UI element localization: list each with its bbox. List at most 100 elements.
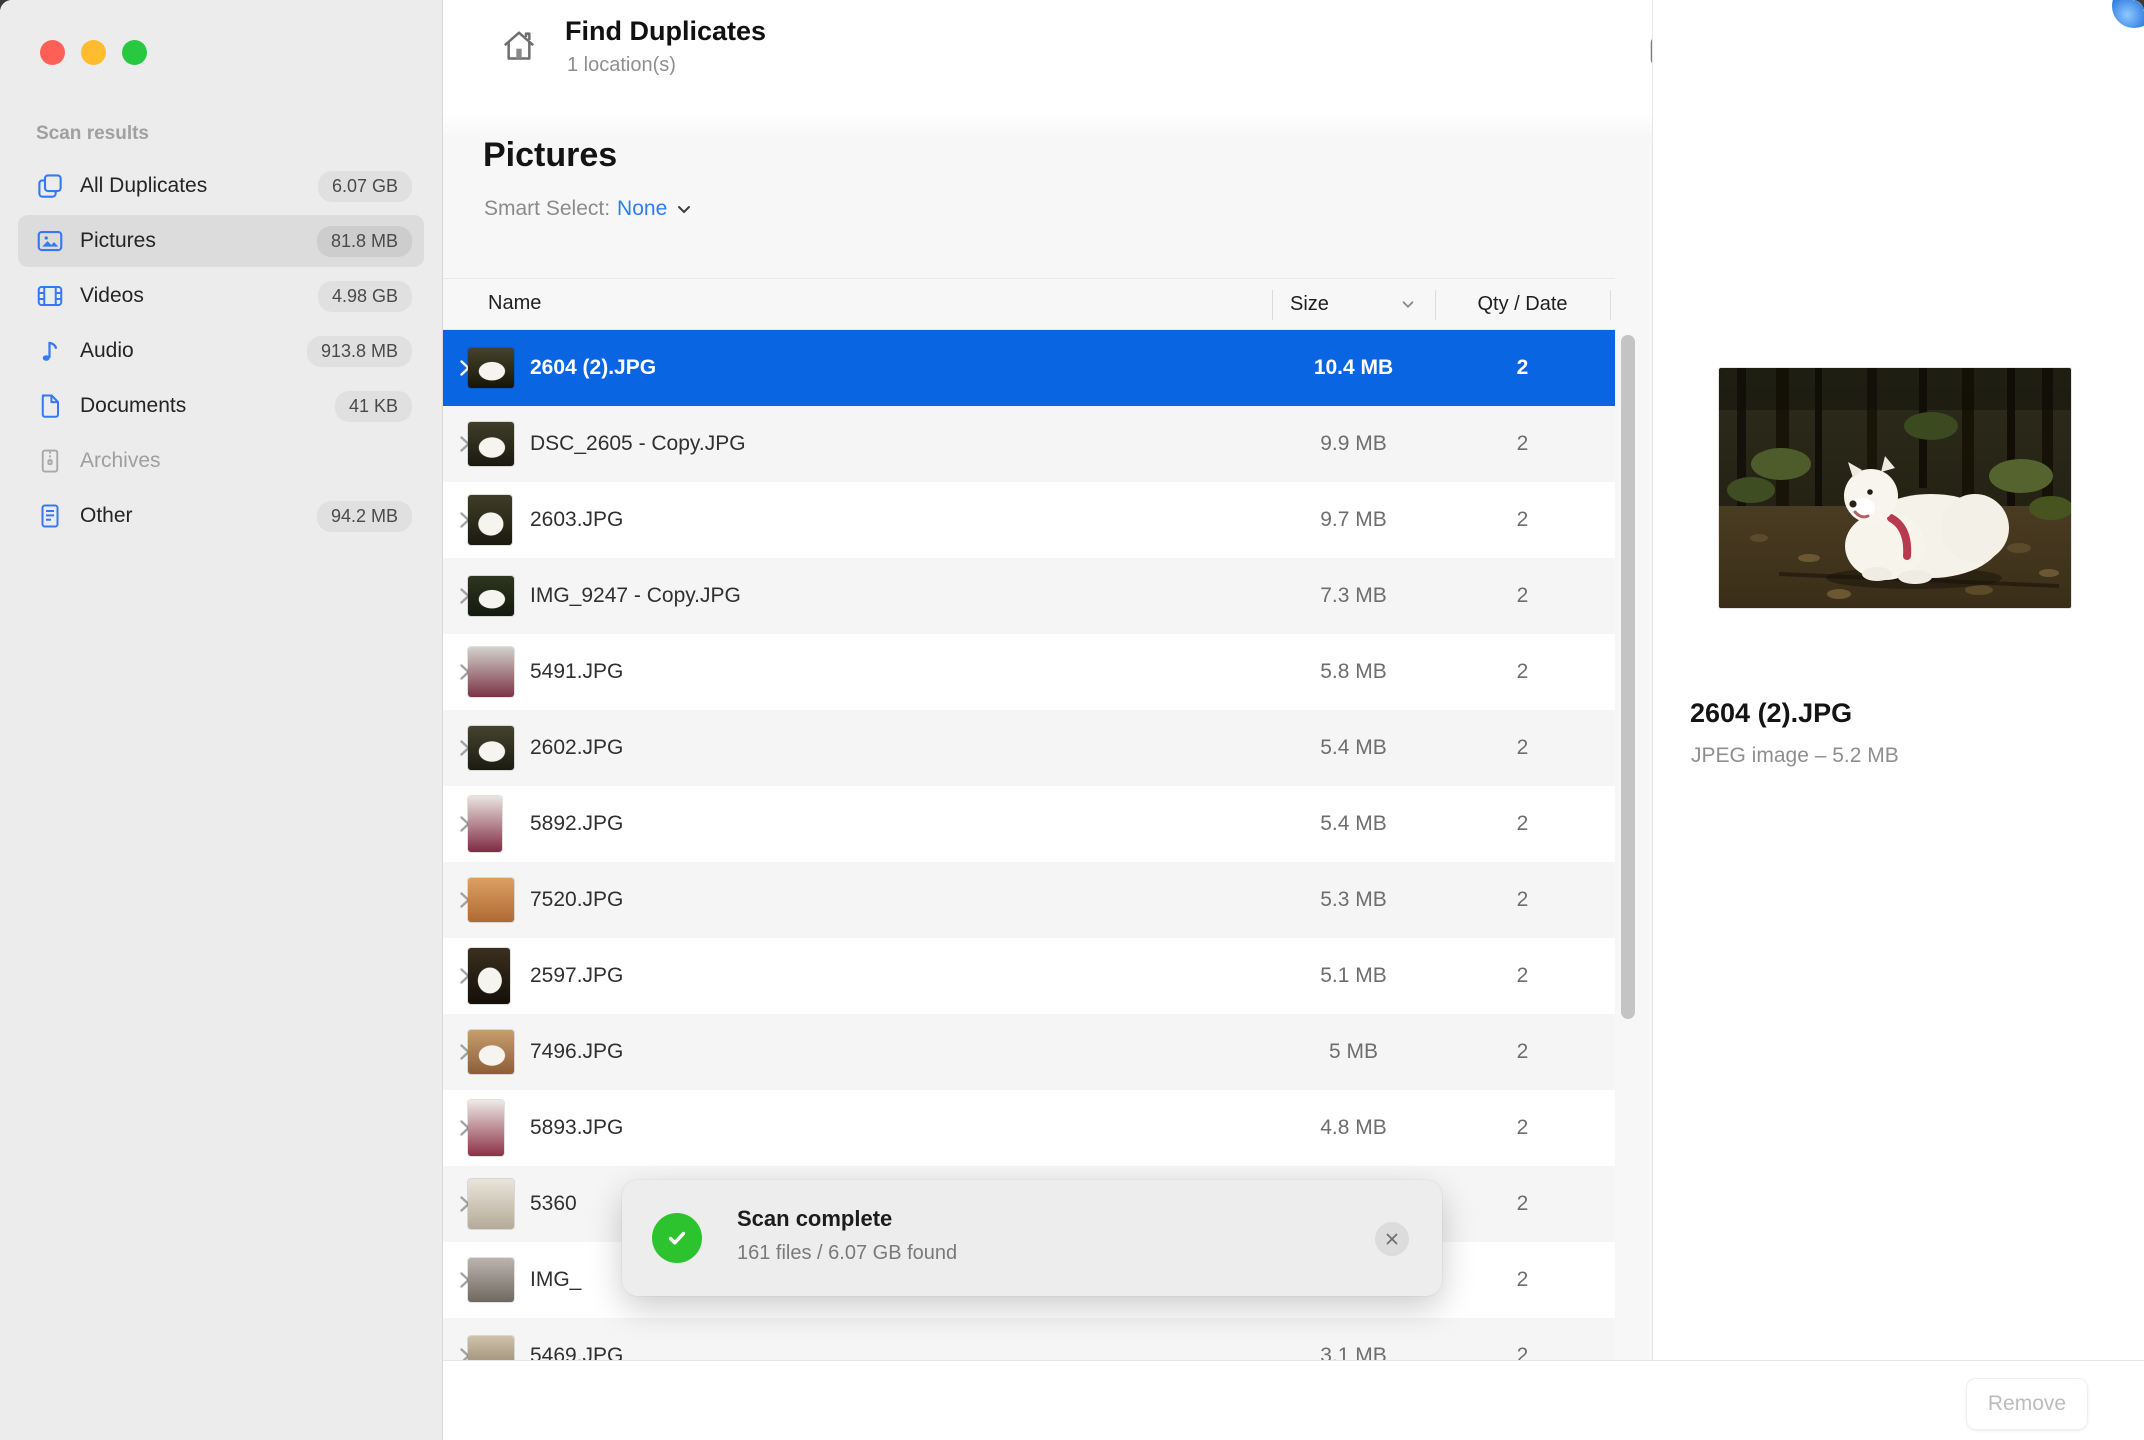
sidebar-badge: 41 KB	[335, 391, 412, 422]
column-divider	[1610, 290, 1611, 320]
file-size: 10.4 MB	[1272, 356, 1435, 380]
sidebar-badge: 94.2 MB	[317, 501, 412, 532]
detail-fileinfo: JPEG image – 5.2 MB	[1691, 744, 1899, 768]
other-icon	[34, 500, 66, 532]
sidebar-section-label: Scan results	[36, 123, 149, 145]
file-thumbnail	[468, 1179, 514, 1229]
close-icon[interactable]	[1375, 1222, 1409, 1256]
file-size: 7.3 MB	[1272, 584, 1435, 608]
file-qty: 2	[1435, 1268, 1610, 1292]
table-row[interactable]: 5491.JPG5.8 MB2	[443, 634, 1615, 710]
toast-notification: Scan complete 161 files / 6.07 GB found	[622, 1180, 1442, 1296]
column-divider	[1272, 290, 1273, 320]
sidebar-item-label: Archives	[80, 449, 161, 473]
minimize-window-button[interactable]	[81, 40, 106, 65]
file-name: IMG_	[530, 1268, 581, 1292]
sidebar-badge: 913.8 MB	[307, 336, 412, 367]
remove-button[interactable]: Remove	[1966, 1378, 2088, 1430]
file-thumbnail	[468, 576, 514, 616]
file-qty: 2	[1435, 432, 1610, 456]
table-row[interactable]: 2603.JPG9.7 MB2	[443, 482, 1615, 558]
file-thumbnail	[468, 726, 514, 770]
bottom-bar: Remove	[443, 1360, 2144, 1440]
file-name: 5360	[530, 1192, 577, 1216]
zoom-window-button[interactable]	[122, 40, 147, 65]
audio-icon	[34, 335, 66, 367]
image-preview	[1719, 368, 2071, 608]
page-title: Pictures	[483, 136, 617, 175]
table-header: Name Size Qty / Date	[443, 278, 1615, 330]
sidebar-item-pictures[interactable]: Pictures81.8 MB	[18, 215, 424, 267]
file-thumbnail	[468, 1100, 504, 1156]
sidebar-item-label: All Duplicates	[80, 174, 207, 198]
smart-select[interactable]: Smart Select: None	[484, 197, 694, 221]
file-qty: 2	[1435, 356, 1610, 380]
sidebar-item-label: Pictures	[80, 229, 156, 253]
sidebar-item-audio[interactable]: Audio 913.8 MB	[18, 325, 424, 377]
file-qty: 2	[1435, 1116, 1610, 1140]
file-qty: 2	[1435, 1040, 1610, 1064]
chevron-down-icon[interactable]	[674, 199, 694, 219]
file-name: 5893.JPG	[530, 1116, 623, 1140]
toast-subtitle: 161 files / 6.07 GB found	[737, 1242, 957, 1265]
file-thumbnail	[468, 796, 502, 852]
table-row[interactable]: 7496.JPG5 MB2	[443, 1014, 1615, 1090]
detail-panel: 2604 (2).JPG JPEG image – 5.2 MB	[1652, 0, 2144, 1360]
file-name: 7496.JPG	[530, 1040, 623, 1064]
table-row[interactable]: DSC_2605 - Copy.JPG9.9 MB2	[443, 406, 1615, 482]
file-name: 2603.JPG	[530, 508, 623, 532]
file-qty: 2	[1435, 1192, 1610, 1216]
sidebar-item-videos[interactable]: Videos 4.98 GB	[18, 270, 424, 322]
table-row[interactable]: 2604 (2).JPG 10.4 MB2	[443, 330, 1615, 406]
toast-title: Scan complete	[737, 1206, 892, 1232]
sidebar-item-label: Documents	[80, 394, 186, 418]
success-check-icon	[652, 1213, 702, 1263]
table-row[interactable]: 5469.JPG3.1 MB2	[443, 1318, 1615, 1360]
file-name: 7520.JPG	[530, 888, 623, 912]
file-size: 5.8 MB	[1272, 660, 1435, 684]
file-name: 2602.JPG	[530, 736, 623, 760]
app-subtitle: 1 location(s)	[567, 54, 676, 77]
table-row[interactable]: 7520.JPG5.3 MB2	[443, 862, 1615, 938]
column-header-size[interactable]: Size	[1272, 279, 1435, 329]
column-header-qty-date[interactable]: Qty / Date	[1435, 279, 1610, 329]
pictures-icon	[34, 225, 66, 257]
file-thumbnail	[468, 1258, 514, 1302]
archives-icon	[34, 445, 66, 477]
file-qty: 2	[1435, 812, 1610, 836]
file-thumbnail	[468, 422, 514, 466]
sidebar: Scan results All Duplicates6.07 GBPictur…	[0, 0, 443, 1440]
file-thumbnail	[468, 1030, 514, 1074]
sidebar-item-all-duplicates[interactable]: All Duplicates6.07 GB	[18, 160, 424, 212]
file-qty: 2	[1435, 1344, 1610, 1360]
sidebar-badge: 4.98 GB	[318, 281, 412, 312]
file-size: 9.7 MB	[1272, 508, 1435, 532]
table-row[interactable]: IMG_9247 - Copy.JPG7.3 MB2	[443, 558, 1615, 634]
close-window-button[interactable]	[40, 40, 65, 65]
table-scrollbar[interactable]	[1621, 335, 1635, 1019]
sidebar-item-documents[interactable]: Documents 41 KB	[18, 380, 424, 432]
sidebar-item-label: Videos	[80, 284, 144, 308]
file-size: 5.4 MB	[1272, 812, 1435, 836]
sidebar-item-other[interactable]: Other94.2 MB	[18, 490, 424, 542]
table-row[interactable]: 2602.JPG5.4 MB2	[443, 710, 1615, 786]
app-window: Scan results All Duplicates6.07 GBPictur…	[0, 0, 2144, 1440]
file-size: 9.9 MB	[1272, 432, 1435, 456]
file-size: 5.4 MB	[1272, 736, 1435, 760]
file-thumbnail	[468, 495, 512, 545]
table-row[interactable]: 5893.JPG4.8 MB2	[443, 1090, 1615, 1166]
file-name: 5892.JPG	[530, 812, 623, 836]
file-name: 2604 (2).JPG	[530, 356, 656, 380]
sidebar-item-label: Audio	[80, 339, 134, 363]
traffic-lights	[40, 40, 147, 65]
column-header-name[interactable]: Name	[488, 292, 541, 315]
sidebar-item-archives[interactable]: Archives	[18, 435, 424, 487]
home-icon[interactable]	[497, 24, 541, 68]
table-row[interactable]: 2597.JPG5.1 MB2	[443, 938, 1615, 1014]
table-row[interactable]: 5892.JPG 5.4 MB2	[443, 786, 1615, 862]
smart-select-value[interactable]: None	[617, 197, 667, 221]
file-thumbnail	[468, 1336, 514, 1360]
file-name: 5491.JPG	[530, 660, 623, 684]
smart-select-label: Smart Select:	[484, 197, 610, 221]
duplicates-icon	[34, 170, 66, 202]
